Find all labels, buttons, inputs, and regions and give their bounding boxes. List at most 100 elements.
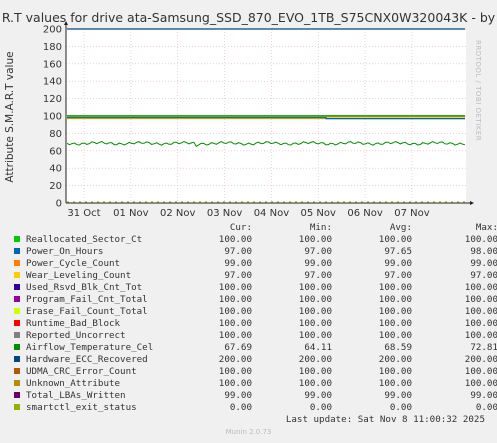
legend-series-name: Used_Rsvd_Blk_Cnt_Tot <box>26 282 143 293</box>
chart-plot: 0 20 40 60 80 100 120 140 160 180 200 31 Oct 01 Nov 0… <box>43 21 474 219</box>
y-tick-label: 40 <box>49 164 62 175</box>
x-axis-arrow <box>470 201 474 205</box>
legend-avg-value: 100.00 <box>378 294 412 305</box>
legend-series-name: Reported_Uncorrect <box>26 330 126 341</box>
legend-series-name: Power_Cycle_Count <box>26 258 121 269</box>
legend-row: Airflow_Temperature_Cel 67.69 64.11 68.59 72… <box>12 342 497 354</box>
legend-swatch <box>14 344 20 350</box>
x-tick-label: 07 Nov <box>394 208 430 219</box>
legend-min-value: 99.00 <box>304 258 332 269</box>
legend-avg-value: 0.00 <box>389 402 412 413</box>
x-tick-label: 31 Oct <box>67 208 100 219</box>
legend-cur-value: 0.00 <box>229 402 252 413</box>
legend-swatch <box>14 392 20 398</box>
y-tick-label: 200 <box>43 25 62 36</box>
legend-avg-value: 100.00 <box>378 306 412 317</box>
legend-max-value: 97.00 <box>470 270 497 281</box>
legend-cur-value: 97.00 <box>224 270 252 281</box>
x-tick-label: 02 Nov <box>160 208 196 219</box>
legend-series-name: Erase_Fail_Count_Total <box>26 306 148 317</box>
legend-swatch <box>14 380 20 386</box>
legend-min-value: 100.00 <box>298 234 332 245</box>
legend-avg-value: 200.00 <box>378 354 412 365</box>
legend-swatch <box>14 308 20 314</box>
legend-avg-value: 97.00 <box>384 270 412 281</box>
legend-header-min: Min: <box>309 222 332 233</box>
legend-max-value: 0.00 <box>475 402 497 413</box>
legend-cur-value: 100.00 <box>218 318 252 329</box>
legend-cur-value: 100.00 <box>218 306 252 317</box>
legend-max-value: 100.00 <box>464 366 497 377</box>
legend-cur-value: 100.00 <box>218 330 252 341</box>
legend-min-value: 100.00 <box>298 306 332 317</box>
legend-avg-value: 100.00 <box>378 234 412 245</box>
legend-min-value: 97.00 <box>304 246 332 257</box>
legend-max-value: 99.00 <box>470 390 497 401</box>
legend-min-value: 200.00 <box>298 354 332 365</box>
legend-cur-value: 99.00 <box>224 258 252 269</box>
legend-header-cur: Cur: <box>229 222 252 233</box>
legend-series-name: Unknown_Attribute <box>26 378 121 389</box>
legend-row: Total_LBAs_Written 99.00 99.00 99.00 99.00 <box>12 390 497 402</box>
legend-series-name: Wear_Leveling_Count <box>26 270 132 281</box>
legend-cur-value: 100.00 <box>218 234 252 245</box>
legend-min-value: 100.00 <box>298 294 332 305</box>
legend-row: Power_Cycle_Count 99.00 99.00 99.00 99.00 <box>12 258 497 270</box>
legend-avg-value: 100.00 <box>378 318 412 329</box>
legend-max-value: 100.00 <box>464 234 497 245</box>
legend-min-value: 64.11 <box>304 342 332 353</box>
legend-min-value: 100.00 <box>298 330 332 341</box>
legend-cur-value: 200.00 <box>218 354 252 365</box>
y-tick-label: 140 <box>43 77 62 88</box>
y-tick-label: 160 <box>43 59 62 70</box>
y-tick-label: 20 <box>49 181 62 192</box>
legend-series-name: Hardware_ECC_Recovered <box>26 354 148 365</box>
legend-max-value: 100.00 <box>464 330 497 341</box>
legend-swatch <box>14 272 20 278</box>
legend-avg-value: 99.00 <box>384 390 412 401</box>
legend-series-name: Runtime_Bad_Block <box>26 318 121 329</box>
legend-row: UDMA_CRC_Error_Count 100.00 100.00 100.00 10… <box>12 366 497 378</box>
legend-avg-value: 100.00 <box>378 378 412 389</box>
legend-avg-value: 68.59 <box>384 342 412 353</box>
legend-row: Reported_Uncorrect 100.00 100.00 100.00 100.… <box>12 330 497 342</box>
legend-min-value: 100.00 <box>298 282 332 293</box>
legend-min-value: 100.00 <box>298 366 332 377</box>
legend-swatch <box>14 260 20 266</box>
legend-swatch <box>14 248 20 254</box>
legend-swatch <box>14 332 20 338</box>
legend-swatch <box>14 404 20 410</box>
y-tick-label: 0 <box>56 199 62 210</box>
legend-avg-value: 100.00 <box>378 330 412 341</box>
x-tick-label: 06 Nov <box>347 208 383 219</box>
y-axis-arrow <box>64 21 68 25</box>
legend-avg-value: 100.00 <box>378 282 412 293</box>
legend-row: smartctl_exit_status 0.00 0.00 0.00 0.00 <box>12 402 497 414</box>
legend-row: Power_On_Hours 97.00 97.00 97.65 98.00 <box>12 246 497 258</box>
legend-series-name: smartctl_exit_status <box>26 402 137 413</box>
legend-row: Wear_Leveling_Count 97.00 97.00 97.00 97.00 <box>12 270 497 282</box>
legend-series-name: UDMA_CRC_Error_Count <box>26 366 137 377</box>
x-tick-label: 05 Nov <box>301 208 337 219</box>
legend-min-value: 97.00 <box>304 270 332 281</box>
legend-max-value: 99.00 <box>470 258 497 269</box>
legend-max-value: 100.00 <box>464 282 497 293</box>
legend-max-value: 100.00 <box>464 294 497 305</box>
x-tick-label: 01 Nov <box>113 208 149 219</box>
legend-swatch <box>14 284 20 290</box>
y-tick-label: 180 <box>43 42 62 53</box>
legend-series-name: Airflow_Temperature_Cel <box>26 342 154 353</box>
legend-max-value: 100.00 <box>464 378 497 389</box>
legend-max-value: 100.00 <box>464 318 497 329</box>
legend-header-max: Max: <box>475 222 497 233</box>
legend-min-value: 100.00 <box>298 378 332 389</box>
legend-max-value: 200.00 <box>464 354 497 365</box>
legend-min-value: 0.00 <box>309 402 332 413</box>
legend-max-value: 72.81 <box>470 342 497 353</box>
legend-cur-value: 99.00 <box>224 390 252 401</box>
legend-row: Runtime_Bad_Block 100.00 100.00 100.00 100.0… <box>12 318 497 330</box>
legend-cur-value: 100.00 <box>218 366 252 377</box>
munin-version: Munin 2.0.73 <box>225 428 272 436</box>
legend-series-name: Program_Fail_Cnt_Total <box>26 294 148 305</box>
legend-row: Used_Rsvd_Blk_Cnt_Tot 100.00 100.00 100.00 1… <box>12 282 497 294</box>
